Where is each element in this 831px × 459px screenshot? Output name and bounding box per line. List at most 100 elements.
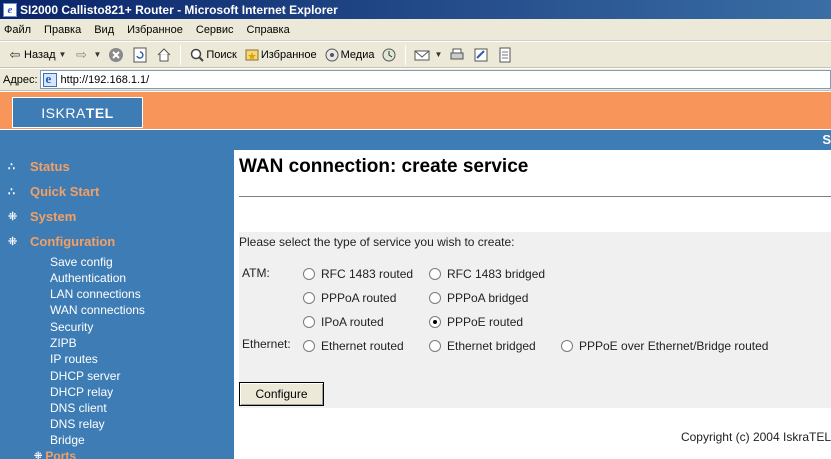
sidebar-item-label: System [30, 209, 77, 224]
menu-favorites[interactable]: Избранное [127, 24, 183, 36]
back-button[interactable]: ⇦ Назад ▼ [3, 44, 69, 66]
toolbar-separator [180, 44, 182, 65]
sidebar-item-authentication[interactable]: Authentication [50, 271, 126, 285]
back-arrow-icon: ⇦ [9, 46, 21, 62]
sidebar-item-dhcp-server[interactable]: DHCP server [50, 369, 120, 383]
print-icon [448, 46, 466, 64]
forward-arrow-icon: ⇨ [76, 46, 87, 62]
favorites-icon [243, 46, 261, 64]
history-button[interactable] [377, 44, 401, 66]
sidebar-item-ports[interactable]: ⁜ Ports [34, 449, 76, 459]
sidebar-item-dns-client[interactable]: DNS client [50, 401, 107, 415]
mail-icon [413, 46, 431, 64]
address-input[interactable]: http://192.168.1.1/ [39, 70, 831, 89]
page-icon [42, 71, 57, 87]
print-button[interactable] [445, 44, 469, 66]
service-type-form: Please select the type of service you wi… [239, 232, 831, 408]
refresh-button[interactable] [128, 44, 152, 66]
web-page: ISKRA TEL S ∴ Status ∴ Quick Start ⁜ Syst… [0, 92, 831, 459]
sidebar-item-dhcp-relay[interactable]: DHCP relay [50, 385, 113, 399]
forward-button[interactable]: ⇨ ▼ [69, 44, 104, 66]
radio-button[interactable] [303, 340, 315, 352]
sidebar: ∴ Status ∴ Quick Start ⁜ System ⁜ Config… [0, 150, 234, 459]
option-pppoa-routed[interactable]: PPPoA routed [303, 291, 396, 305]
menu-help[interactable]: Справка [247, 24, 290, 36]
radio-button[interactable] [303, 268, 315, 280]
favorites-label: Избранное [260, 48, 317, 61]
ie-icon: e [3, 2, 17, 17]
dots-icon: ∴ [8, 161, 15, 173]
option-rfc1483-routed[interactable]: RFC 1483 routed [303, 267, 413, 281]
mail-button[interactable]: ▼ [410, 44, 445, 66]
sidebar-item-bridge[interactable]: Bridge [50, 433, 85, 447]
ethernet-label: Ethernet: [242, 337, 291, 351]
media-button[interactable]: Медиа [320, 44, 378, 66]
back-label: Назад [24, 48, 56, 61]
option-rfc1483-bridged[interactable]: RFC 1483 bridged [429, 267, 545, 281]
sidebar-item-dns-relay[interactable]: DNS relay [50, 417, 105, 431]
sidebar-item-ip-routes[interactable]: IP routes [50, 352, 98, 366]
radio-button[interactable] [429, 340, 441, 352]
option-ethernet-bridged[interactable]: Ethernet bridged [429, 339, 536, 353]
home-icon [155, 46, 173, 64]
main-content: WAN connection: create service Please se… [234, 150, 831, 459]
sidebar-item-configuration[interactable]: ⁜ Configuration [8, 234, 115, 249]
address-url: http://192.168.1.1/ [60, 73, 150, 86]
sidebar-item-label: Quick Start [30, 184, 100, 199]
window-title-bar: e SI2000 Callisto821+ Router - Microsoft… [0, 0, 831, 19]
option-ipoa-routed[interactable]: IPoA routed [303, 315, 384, 329]
sidebar-item-system[interactable]: ⁜ System [8, 209, 76, 224]
mail-dropdown-icon[interactable]: ▼ [434, 50, 442, 59]
stop-icon [107, 46, 125, 64]
favorites-button[interactable]: Избранное [240, 44, 320, 66]
edit-button[interactable] [469, 44, 493, 66]
address-bar: Адрес: http://192.168.1.1/ [0, 69, 831, 91]
option-ethernet-routed[interactable]: Ethernet routed [303, 339, 404, 353]
sidebar-item-label: Configuration [30, 234, 116, 249]
menu-edit[interactable]: Правка [44, 24, 81, 36]
option-pppoa-bridged[interactable]: PPPoA bridged [429, 291, 528, 305]
cross-dots-icon: ⁜ [34, 450, 43, 459]
window-title: SI2000 Callisto821+ Router - Microsoft I… [20, 2, 338, 17]
menu-view[interactable]: Вид [94, 24, 114, 36]
back-dropdown-icon[interactable]: ▼ [59, 50, 67, 59]
radio-button[interactable] [303, 292, 315, 304]
discuss-button[interactable] [493, 44, 517, 66]
radio-button[interactable] [303, 316, 315, 328]
search-button[interactable]: Поиск [185, 44, 239, 66]
stop-button[interactable] [104, 44, 128, 66]
sidebar-item-lan-connections[interactable]: LAN connections [50, 287, 141, 301]
refresh-icon [131, 46, 149, 64]
option-pppoe-routed[interactable]: PPPoE routed [429, 315, 523, 329]
toolbar-separator [405, 44, 407, 65]
document-icon [496, 46, 514, 64]
sidebar-item-label: Ports [45, 449, 77, 459]
radio-button[interactable] [429, 292, 441, 304]
address-label: Адрес: [3, 73, 38, 86]
atm-label: ATM: [242, 266, 270, 280]
search-label: Поиск [206, 48, 237, 61]
menu-bar: Файл Правка Вид Избранное Сервис Справка [0, 19, 831, 41]
header-banner: ISKRA TEL [0, 92, 831, 129]
media-icon [323, 46, 341, 64]
sidebar-item-save-config[interactable]: Save config [50, 255, 113, 269]
radio-button[interactable] [561, 340, 573, 352]
forward-dropdown-icon[interactable]: ▼ [93, 50, 101, 59]
sidebar-item-zipb[interactable]: ZIPB [50, 336, 77, 350]
home-button[interactable] [152, 44, 176, 66]
browser-toolbar: ⇦ Назад ▼ ⇨ ▼ Поиск Избранное Медиа ▼ [0, 42, 831, 68]
instruction-text: Please select the type of service you wi… [239, 235, 515, 249]
option-pppoe-over-ethernet[interactable]: PPPoE over Ethernet/Bridge routed [561, 339, 768, 353]
menu-tools[interactable]: Сервис [196, 24, 234, 36]
sidebar-item-status[interactable]: ∴ Status [8, 159, 70, 174]
iskratel-logo: ISKRA TEL [12, 97, 143, 128]
page-title: WAN connection: create service [239, 156, 529, 177]
sidebar-item-quick-start[interactable]: ∴ Quick Start [8, 184, 99, 199]
sidebar-item-wan-connections[interactable]: WAN connections [50, 303, 145, 317]
menu-file[interactable]: Файл [4, 24, 31, 36]
radio-button-selected[interactable] [429, 316, 441, 328]
sidebar-item-security[interactable]: Security [50, 320, 93, 334]
cross-dots-icon: ⁜ [8, 236, 17, 248]
radio-button[interactable] [429, 268, 441, 280]
configure-button[interactable]: Configure [239, 382, 324, 406]
